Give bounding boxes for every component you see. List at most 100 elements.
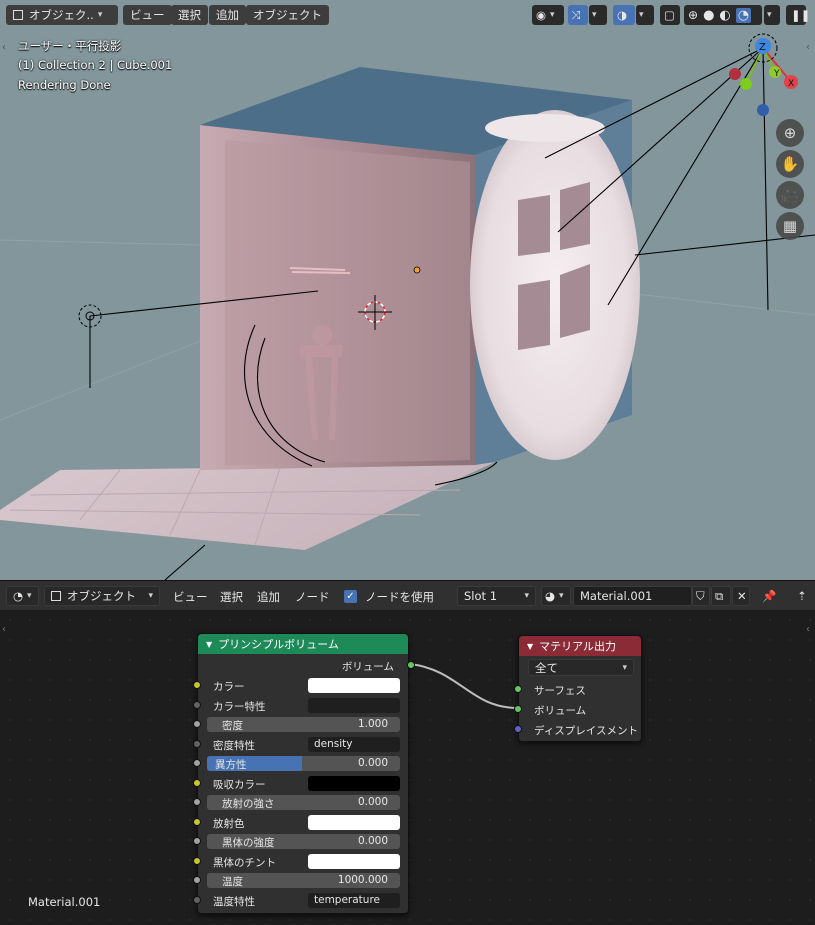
volume-input-socket[interactable] [193, 817, 201, 826]
grid-icon[interactable]: ▦ [776, 212, 804, 240]
field-label: 放射の強さ [222, 798, 275, 810]
volume-input-row: 密度特性 density [193, 735, 410, 754]
left-region-toggle-icon[interactable]: ‹ [2, 42, 6, 53]
input-label: 密度特性 [213, 739, 255, 752]
hand-icon[interactable]: ✋ [776, 150, 804, 178]
collapse-triangle-icon[interactable]: ▼ [206, 640, 212, 649]
overlay-toggle[interactable]: ◑ [613, 5, 635, 25]
volume-input-socket[interactable] [193, 798, 201, 806]
input-label: カラー [213, 681, 245, 693]
field-label: 黒体の強度 [222, 837, 275, 849]
right-region-toggle-icon[interactable]: ‹ [806, 42, 810, 53]
gizmo-dropdown[interactable]: ▾ [589, 5, 607, 25]
viewport-scene[interactable]: Z Y X [0, 0, 815, 580]
volume-input-socket[interactable] [193, 681, 201, 689]
color-swatch[interactable] [308, 678, 400, 693]
volume-input-socket[interactable] [193, 895, 201, 904]
overlay-dropdown[interactable]: ▾ [636, 5, 654, 25]
viewport-header: オブジェク.. ▾ ビュー 選択 追加 オブジェクト ◉ ▾ ⤨ ▾ ◑ ▾ ▢ … [0, 0, 815, 30]
input-label: カラー特性 [213, 700, 266, 713]
shader-node-editor[interactable]: ◔ ▾ オブジェクト ▾ ビュー 選択 追加 ノード ✓ ノードを使用 Slot … [0, 580, 815, 925]
volume-input-socket[interactable] [193, 856, 201, 865]
rendered-shading-icon[interactable]: ◔ [735, 7, 752, 23]
overlay-icon: ◑ [617, 8, 628, 22]
xray-icon: ▢ [664, 8, 675, 22]
principled-volume-title[interactable]: ▼ プリンシプルボリューム [198, 634, 408, 654]
collapse-triangle-icon[interactable]: ▼ [527, 642, 533, 651]
object-mode-icon [13, 10, 23, 20]
volume-output-socket[interactable] [407, 661, 415, 669]
shading-dropdown[interactable]: ▾ [764, 5, 780, 25]
volume-input-row: 放射色 [193, 813, 410, 832]
wireframe-shading-icon[interactable]: ⊕ [688, 8, 698, 22]
object-mode-dropdown[interactable]: オブジェク.. ▾ [6, 5, 118, 25]
chevron-down-icon: ▾ [767, 10, 772, 20]
color-swatch[interactable] [308, 775, 400, 791]
output-input-socket[interactable] [514, 705, 522, 713]
spotlight-top [485, 114, 605, 142]
menu-select[interactable]: 選択 [171, 5, 208, 25]
material-shading-icon[interactable]: ◐ [719, 8, 730, 23]
number-field[interactable]: 放射の強さ 0.000 [207, 795, 400, 810]
field-label: 温度 [222, 876, 243, 888]
field-label: 密度 [222, 720, 243, 732]
output-input-socket[interactable] [514, 725, 522, 733]
field-value: 0.000 [357, 757, 388, 769]
chevron-down-icon: ▾ [622, 662, 627, 673]
volume-input-row: 黒体のチント [193, 852, 410, 871]
visibility-dropdown[interactable]: ◉ ▾ [532, 5, 564, 25]
chevron-down-icon: ▾ [592, 10, 597, 20]
input-label: サーフェス [534, 685, 586, 697]
volume-input-row: 温度 1000.000 [193, 871, 410, 890]
color-swatch[interactable] [308, 814, 400, 830]
volume-input-socket[interactable] [193, 876, 201, 884]
menu-add[interactable]: 追加 [209, 5, 246, 25]
menu-view[interactable]: ビュー [123, 5, 172, 25]
number-field[interactable]: 温度 1000.000 [207, 873, 400, 888]
color-swatch[interactable] [308, 853, 400, 869]
view-name: ユーザー・平行投影 [18, 39, 122, 53]
principled-volume-node[interactable]: ▼ プリンシプルボリューム ボリューム カラー カラー特性 密度 1.000 密度特性 d… [193, 633, 415, 914]
volume-input-socket[interactable] [193, 837, 201, 845]
volume-input-socket[interactable] [193, 759, 201, 767]
solid-shading-icon[interactable]: ● [703, 8, 714, 23]
volume-input-socket[interactable] [193, 700, 201, 709]
gizmo-z-label: Z [759, 42, 766, 53]
volume-input-socket[interactable] [193, 720, 201, 728]
attribute-field[interactable]: temperature [308, 892, 400, 908]
material-output-node[interactable]: ▼ マテリアル出力 全て ▾ サーフェス ボリューム ディスプレイスメント [514, 635, 643, 742]
volume-input-socket[interactable] [193, 778, 201, 787]
input-label: 吸収カラー [213, 778, 266, 791]
output-input-socket[interactable] [514, 685, 522, 693]
chevron-down-icon: ▾ [97, 10, 103, 20]
material-name-label: Material.001 [28, 895, 101, 909]
camera-icon[interactable]: 🎥 [776, 181, 804, 209]
chevron-down-icon: ▾ [639, 10, 644, 20]
input-label: 放射色 [213, 817, 245, 830]
volume-input-socket[interactable] [193, 739, 201, 748]
pause-render-button[interactable]: ❚❚ [786, 5, 810, 25]
pause-icon: ❚❚ [791, 8, 811, 22]
volume-input-row: 温度特性 temperature [193, 891, 410, 910]
xray-toggle[interactable]: ▢ [660, 5, 680, 25]
number-field[interactable]: 黒体の強度 0.000 [207, 834, 400, 849]
3d-viewport[interactable]: Z Y X オブジェク.. ▾ ビュー 選択 追加 オブジェクト ◉ ▾ ⤨ ▾ … [0, 0, 815, 580]
output-target-dropdown[interactable]: 全て ▾ [528, 659, 634, 676]
field-value: 0.000 [357, 796, 388, 808]
volume-input-row: 吸収カラー [193, 774, 410, 793]
volume-input-row: 放射の強さ 0.000 [193, 793, 410, 812]
zoom-icon[interactable]: ⊕ [776, 119, 804, 147]
field-value: 0.000 [357, 835, 388, 847]
output-input-row: サーフェス [514, 680, 643, 699]
input-label: ディスプレイスメント [534, 725, 638, 737]
menu-object[interactable]: オブジェクト [246, 5, 329, 25]
number-field[interactable]: 異方性 0.000 [207, 756, 400, 771]
attribute-field[interactable]: density [308, 736, 400, 752]
attribute-field[interactable] [308, 697, 400, 713]
number-field[interactable]: 密度 1.000 [207, 717, 400, 732]
field-value: 1000.000 [337, 874, 388, 886]
output-input-row: ディスプレイスメント [514, 720, 643, 739]
material-output-title[interactable]: ▼ マテリアル出力 [519, 636, 641, 656]
gizmo-toggle[interactable]: ⤨ [568, 5, 588, 25]
volume-input-row: 黒体の強度 0.000 [193, 832, 410, 851]
